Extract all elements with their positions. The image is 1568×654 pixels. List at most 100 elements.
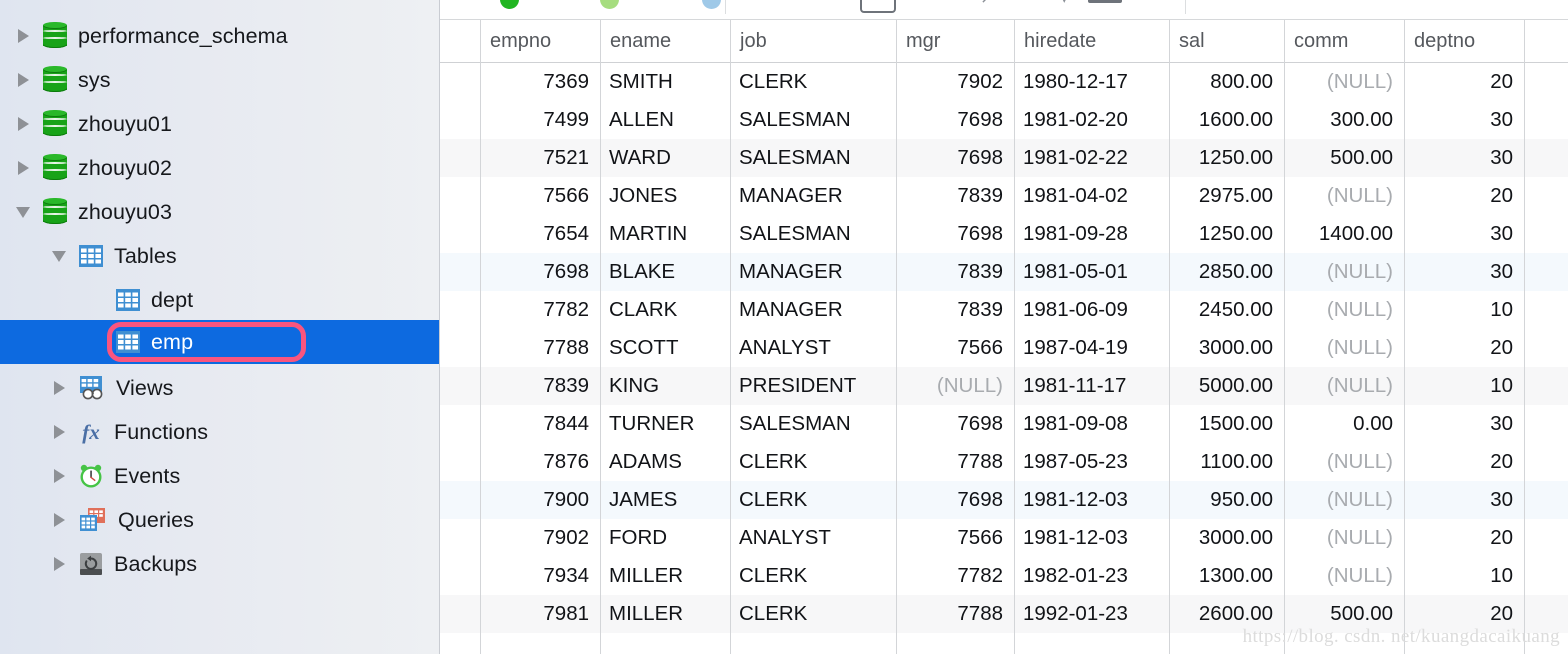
column-divider[interactable] <box>730 20 731 654</box>
column-header-ename[interactable]: ename <box>600 20 730 63</box>
cell-ename[interactable]: SCOTT <box>600 329 730 367</box>
cell-comm[interactable]: 0.00 <box>1284 405 1404 443</box>
toolbar-bar-icon[interactable] <box>1088 0 1122 3</box>
blue-circle-icon[interactable] <box>702 0 721 9</box>
cell-mgr[interactable]: 7566 <box>896 519 1014 557</box>
sidebar-item-zhouyu02[interactable]: zhouyu02 <box>0 146 440 190</box>
cell-sal[interactable]: 800.00 <box>1169 63 1284 101</box>
cell-sal[interactable]: 3000.00 <box>1169 329 1284 367</box>
cell-empno[interactable]: 7499 <box>480 101 600 139</box>
cell-comm[interactable]: (NULL) <box>1284 367 1404 405</box>
cell-comm[interactable]: (NULL) <box>1284 63 1404 101</box>
cell-comm[interactable]: (NULL) <box>1284 557 1404 595</box>
cell-deptno[interactable]: 20 <box>1404 519 1524 557</box>
cell-hiredate[interactable]: 1981-02-22 <box>1014 139 1169 177</box>
cell-ename[interactable]: JAMES <box>600 481 730 519</box>
table-row[interactable]: 7934 MILLER CLERK 7782 1982-01-23 1300.00 (NUL… <box>440 557 1568 595</box>
cell-hiredate[interactable]: 1981-11-17 <box>1014 367 1169 405</box>
toolbar-strip[interactable]: · ↗ ▾ <box>440 0 1568 20</box>
cell-sal[interactable]: 2450.00 <box>1169 291 1284 329</box>
cell-job[interactable]: SALESMAN <box>730 101 896 139</box>
cell-job[interactable]: MANAGER <box>730 291 896 329</box>
cell-empno[interactable]: 7981 <box>480 595 600 633</box>
sidebar-item-sys[interactable]: sys <box>0 58 440 102</box>
table-row[interactable]: 7499 ALLEN SALESMAN 7698 1981-02-20 1600.00 30… <box>440 101 1568 139</box>
sidebar-item-emp[interactable]: emp <box>0 320 440 364</box>
column-header-empno[interactable]: empno <box>480 20 600 63</box>
cell-comm[interactable]: (NULL) <box>1284 177 1404 215</box>
sidebar-item-zhouyu01[interactable]: zhouyu01 <box>0 102 440 146</box>
grid-header-row[interactable]: empno ename job mgr hiredate sal comm deptno <box>440 20 1568 63</box>
chevron-right-icon[interactable] <box>48 509 70 531</box>
cell-ename[interactable]: MILLER <box>600 557 730 595</box>
column-header-comm[interactable]: comm <box>1284 20 1404 63</box>
cell-hiredate[interactable]: 1981-12-03 <box>1014 481 1169 519</box>
cell-job[interactable]: CLERK <box>730 63 896 101</box>
table-row[interactable]: 7844 TURNER SALESMAN 7698 1981-09-08 1500.00 0… <box>440 405 1568 443</box>
cell-comm[interactable]: 300.00 <box>1284 101 1404 139</box>
cell-empno[interactable]: 7844 <box>480 405 600 443</box>
sidebar-item-zhouyu03[interactable]: zhouyu03 <box>0 190 440 234</box>
row-gutter[interactable] <box>440 405 480 443</box>
table-row[interactable]: 7566 JONES MANAGER 7839 1981-04-02 2975.00 (NU… <box>440 177 1568 215</box>
cell-mgr[interactable]: 7839 <box>896 253 1014 291</box>
cell-job[interactable]: SALESMAN <box>730 405 896 443</box>
table-row[interactable]: 7876 ADAMS CLERK 7788 1987-05-23 1100.00 (NULL… <box>440 443 1568 481</box>
row-gutter[interactable] <box>440 329 480 367</box>
cell-mgr[interactable]: 7788 <box>896 595 1014 633</box>
chevron-right-icon[interactable] <box>48 465 70 487</box>
chevron-down-icon[interactable] <box>12 201 34 223</box>
column-divider[interactable] <box>896 20 897 654</box>
table-row[interactable]: 7839 KING PRESIDENT (NULL) 1981-11-17 5000.00… <box>440 367 1568 405</box>
cell-sal[interactable]: 1600.00 <box>1169 101 1284 139</box>
sidebar-item-performance_schema[interactable]: performance_schema <box>0 14 440 58</box>
cell-comm[interactable]: 1400.00 <box>1284 215 1404 253</box>
rect-icon[interactable] <box>860 0 896 13</box>
cell-hiredate[interactable]: 1981-05-01 <box>1014 253 1169 291</box>
cell-job[interactable]: MANAGER <box>730 177 896 215</box>
table-row[interactable]: 7369 SMITH CLERK 7902 1980-12-17 800.00 (NULL)… <box>440 63 1568 101</box>
chevron-right-icon[interactable] <box>12 69 34 91</box>
cell-ename[interactable]: BLAKE <box>600 253 730 291</box>
cell-hiredate[interactable]: 1981-02-20 <box>1014 101 1169 139</box>
row-gutter[interactable] <box>440 139 480 177</box>
toolbar-glyph[interactable]: ▾ <box>1060 0 1069 8</box>
cell-deptno[interactable]: 10 <box>1404 291 1524 329</box>
schema-tree-sidebar[interactable]: performance_schema sys zhouyu01 zhouyu02 zho… <box>0 0 440 654</box>
row-gutter[interactable] <box>440 177 480 215</box>
cell-deptno[interactable]: 20 <box>1404 177 1524 215</box>
cell-hiredate[interactable]: 1981-06-09 <box>1014 291 1169 329</box>
cell-job[interactable]: SALESMAN <box>730 139 896 177</box>
column-divider[interactable] <box>1014 20 1015 654</box>
cell-job[interactable]: CLERK <box>730 595 896 633</box>
table-row[interactable]: 7902 FORD ANALYST 7566 1981-12-03 3000.00 (NUL… <box>440 519 1568 557</box>
cell-ename[interactable]: JONES <box>600 177 730 215</box>
cell-deptno[interactable]: 30 <box>1404 215 1524 253</box>
sidebar-item-tables[interactable]: Tables <box>0 234 440 278</box>
table-row[interactable]: 7900 JAMES CLERK 7698 1981-12-03 950.00 (NULL)… <box>440 481 1568 519</box>
cell-mgr[interactable]: 7782 <box>896 557 1014 595</box>
cell-deptno[interactable]: 30 <box>1404 405 1524 443</box>
cell-empno[interactable]: 7782 <box>480 291 600 329</box>
row-gutter[interactable] <box>440 481 480 519</box>
column-divider[interactable] <box>600 20 601 654</box>
column-header-job[interactable]: job <box>730 20 896 63</box>
cell-hiredate[interactable]: 1981-09-08 <box>1014 405 1169 443</box>
toolbar-glyph[interactable]: · <box>918 0 924 8</box>
cell-job[interactable]: PRESIDENT <box>730 367 896 405</box>
row-gutter[interactable] <box>440 519 480 557</box>
cell-ename[interactable]: FORD <box>600 519 730 557</box>
cell-mgr[interactable]: 7566 <box>896 329 1014 367</box>
cell-comm[interactable]: (NULL) <box>1284 253 1404 291</box>
cell-sal[interactable]: 5000.00 <box>1169 367 1284 405</box>
cell-deptno[interactable]: 20 <box>1404 329 1524 367</box>
cell-job[interactable]: CLERK <box>730 443 896 481</box>
cell-mgr[interactable]: 7698 <box>896 481 1014 519</box>
data-grid[interactable]: empno ename job mgr hiredate sal comm deptno 73… <box>440 20 1568 654</box>
table-row[interactable]: 7654 MARTIN SALESMAN 7698 1981-09-28 1250.00 1… <box>440 215 1568 253</box>
cell-deptno[interactable]: 20 <box>1404 443 1524 481</box>
column-divider[interactable] <box>480 20 481 654</box>
row-gutter[interactable] <box>440 101 480 139</box>
cell-deptno[interactable]: 10 <box>1404 557 1524 595</box>
cell-job[interactable]: SALESMAN <box>730 215 896 253</box>
